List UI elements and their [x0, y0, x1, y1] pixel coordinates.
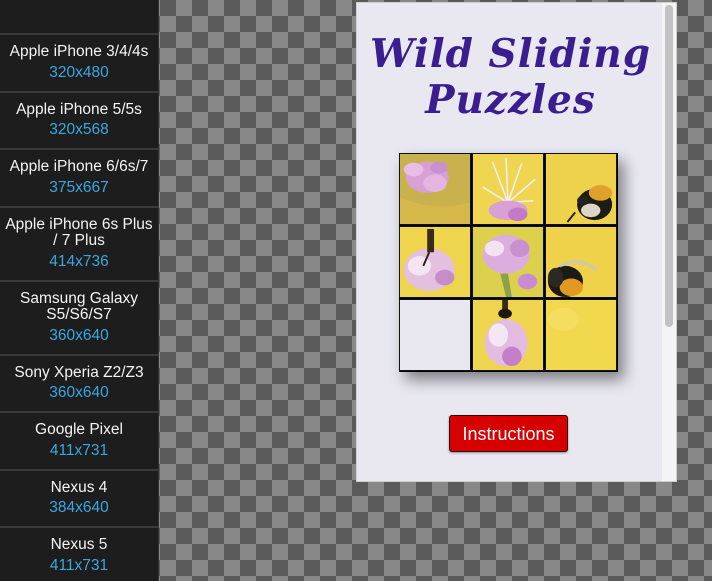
device-resolution: 320x480	[49, 63, 109, 81]
app-preview-frame: Wild Sliding Puzzles Instructions	[356, 2, 677, 482]
device-item-iphone-5-5s[interactable]: Apple iPhone 5/5s 320x568	[0, 93, 158, 150]
device-name: Apple iPhone 6s Plus / 7 Plus	[5, 215, 153, 249]
device-resolution: 384x640	[49, 499, 109, 516]
bee-abdomen-image	[546, 227, 616, 297]
puzzle-tile-pink-flower-head[interactable]	[472, 226, 544, 298]
device-item-samsung-galaxy[interactable]: Samsung Galaxy S5/S6/S7 360x640	[0, 282, 158, 356]
device-item-nexus-4[interactable]: Nexus 4 384x640	[0, 471, 158, 528]
device-item-google-pixel[interactable]: Google Pixel 411x731	[0, 413, 158, 471]
flower-cluster-image	[400, 227, 470, 297]
yellow-background-image	[546, 300, 616, 370]
puzzle-empty-slot[interactable]	[399, 299, 471, 371]
app-title: Wild Sliding Puzzles	[357, 31, 664, 123]
device-resolution: 414x736	[49, 252, 109, 270]
frame-scrollbar[interactable]	[662, 3, 676, 481]
puzzle-board	[399, 153, 618, 372]
device-resolution: 411x731	[49, 556, 109, 574]
puzzle-tile-flower-stem[interactable]	[472, 299, 544, 371]
device-name: Samsung Galaxy S5/S6/S7	[19, 289, 139, 323]
device-resolution: 360x640	[49, 384, 109, 401]
device-name: Nexus 5	[50, 536, 108, 553]
bumblebee-image	[546, 154, 616, 224]
stamens-image	[473, 154, 543, 224]
app-title-line-1: Wild Sliding	[369, 31, 652, 77]
pink-flower-head-image	[473, 227, 543, 297]
device-item-sony-xperia[interactable]: Sony Xperia Z2/Z3 360x640	[0, 356, 158, 413]
device-name: Sony Xperia Z2/Z3	[14, 363, 144, 381]
device-list: Apple iPhone 3/4/4s 320x480 Apple iPhone…	[0, 33, 158, 581]
device-resolution: 320x568	[49, 121, 109, 138]
device-resolution: 360x640	[49, 326, 109, 344]
puzzle-tile-bee-abdomen[interactable]	[545, 226, 617, 298]
device-name: Nexus 4	[50, 478, 108, 496]
flower-stem-image	[473, 300, 543, 370]
device-name: Apple iPhone 6/6s/7	[9, 158, 149, 175]
scrollbar-thumb[interactable]	[665, 5, 673, 327]
device-item-iphone-3-4-4s[interactable]: Apple iPhone 3/4/4s 320x480	[0, 33, 158, 93]
device-resolution: 375x667	[49, 178, 109, 196]
puzzle-tile-flower-cluster[interactable]	[399, 226, 471, 298]
puzzle-tile-bumblebee[interactable]	[545, 153, 617, 225]
device-item-iphone-6s-plus-7-plus[interactable]: Apple iPhone 6s Plus / 7 Plus 414x736	[0, 208, 158, 282]
device-sidebar: Apple iPhone 3/4/4s 320x480 Apple iPhone…	[0, 0, 159, 581]
device-name: Apple iPhone 3/4/4s	[9, 43, 149, 60]
device-name: Apple iPhone 5/5s	[16, 100, 142, 118]
puzzle-tile-pink-flower[interactable]	[399, 153, 471, 225]
device-item-iphone-6-6s-7[interactable]: Apple iPhone 6/6s/7 375x667	[0, 150, 158, 208]
pink-flower-image	[400, 154, 470, 224]
app-title-line-2: Puzzles	[425, 77, 596, 123]
puzzle-tile-yellow[interactable]	[545, 299, 617, 371]
device-resolution: 411x731	[49, 441, 109, 459]
device-name: Google Pixel	[35, 421, 123, 438]
instructions-button[interactable]: Instructions	[449, 415, 568, 452]
device-item-nexus-5[interactable]: Nexus 5 411x731	[0, 528, 158, 581]
puzzle-tile-stamens[interactable]	[472, 153, 544, 225]
